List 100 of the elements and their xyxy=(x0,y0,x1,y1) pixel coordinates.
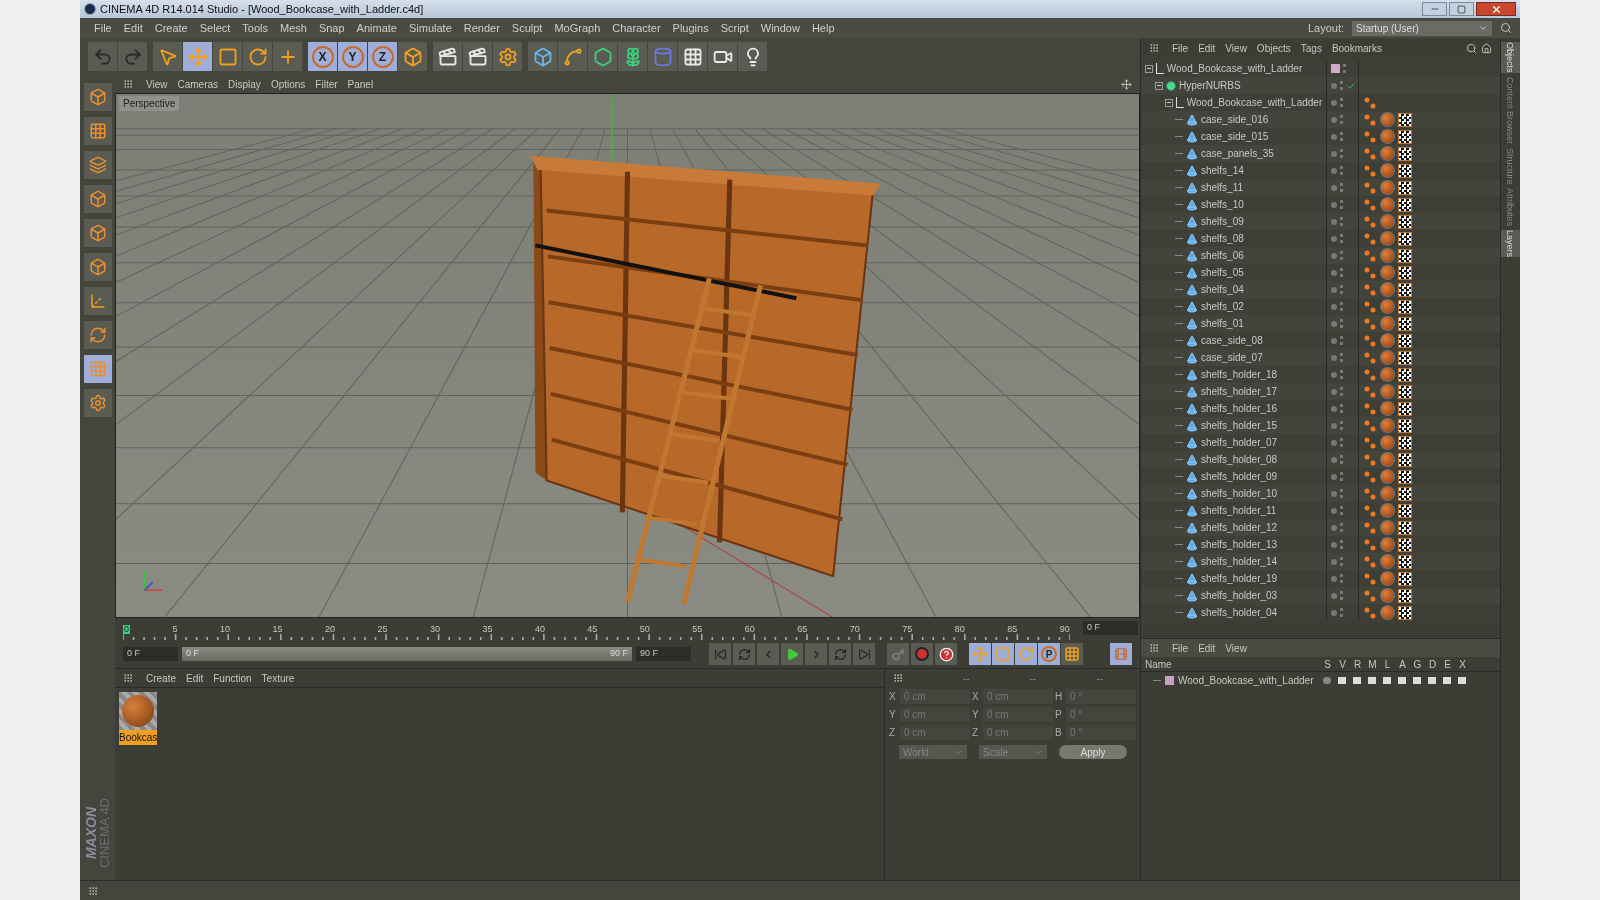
render-settings-button[interactable] xyxy=(493,42,522,71)
menu-item[interactable]: View xyxy=(141,76,173,92)
maximize-button[interactable] xyxy=(1449,2,1474,16)
undo-button[interactable] xyxy=(88,42,117,71)
mode-button[interactable] xyxy=(83,355,112,383)
menu-item[interactable]: Edit xyxy=(181,670,209,686)
menu-item[interactable]: Plugins xyxy=(666,19,715,37)
menu-item[interactable]: Objects xyxy=(1251,40,1296,56)
menu-item[interactable]: Edit xyxy=(1193,640,1221,656)
object-row[interactable]: shelfs_11 xyxy=(1141,179,1500,196)
previous-frame-button[interactable] xyxy=(757,643,779,665)
menu-item[interactable]: File xyxy=(1167,640,1194,656)
menu-item[interactable]: View xyxy=(1220,640,1252,656)
mode-button[interactable] xyxy=(83,185,112,213)
floor-button[interactable] xyxy=(678,42,707,71)
object-row[interactable]: shelfs_06 xyxy=(1141,247,1500,264)
material-swatch[interactable]: Bookcas xyxy=(119,692,157,745)
layout-dropdown[interactable]: Startup (User) xyxy=(1352,20,1492,36)
object-row[interactable]: shelfs_holder_15 xyxy=(1141,417,1500,434)
object-row[interactable]: shelfs_holder_08 xyxy=(1141,451,1500,468)
side-tab[interactable]: Objects xyxy=(1501,42,1520,73)
menu-item[interactable]: Cameras xyxy=(172,76,224,92)
current-frame-field[interactable]: 0 F xyxy=(1083,621,1138,635)
object-row[interactable]: case_panels_35 xyxy=(1141,145,1500,162)
render-view-button[interactable] xyxy=(433,42,462,71)
menu-item[interactable]: Edit xyxy=(1193,40,1221,56)
point-level-button[interactable] xyxy=(1061,643,1083,665)
collapse-icon[interactable] xyxy=(1155,81,1163,90)
array-button[interactable] xyxy=(618,42,647,71)
menu-item[interactable]: Render xyxy=(457,19,506,37)
menu-item[interactable]: File xyxy=(88,19,118,37)
spline-button[interactable] xyxy=(558,42,587,71)
object-row[interactable]: case_side_07 xyxy=(1141,349,1500,366)
rotate-tool-button[interactable] xyxy=(243,42,272,71)
cube-button[interactable] xyxy=(528,42,557,71)
play-button[interactable] xyxy=(781,643,803,665)
help-button[interactable] xyxy=(935,643,957,665)
parameter-key-button[interactable]: P xyxy=(1038,643,1060,665)
menu-item[interactable]: Edit xyxy=(117,19,149,37)
axis-lock-button[interactable]: Y xyxy=(338,42,367,71)
minimize-button[interactable] xyxy=(1422,2,1447,16)
object-row[interactable]: HyperNURBS xyxy=(1141,77,1500,94)
select-tool-button[interactable] xyxy=(153,42,182,71)
nurbs-button[interactable] xyxy=(588,42,617,71)
end-frame-field[interactable]: 90 F xyxy=(636,647,691,661)
side-tab[interactable]: Content Browser xyxy=(1501,76,1520,144)
menu-item[interactable]: Texture xyxy=(256,670,300,686)
object-row[interactable]: shelfs_holder_10 xyxy=(1141,485,1500,502)
menu-item[interactable]: Tools xyxy=(236,19,274,37)
menu-item[interactable]: Script xyxy=(714,19,755,37)
mode-button[interactable] xyxy=(83,287,112,315)
object-row[interactable]: shelfs_01 xyxy=(1141,315,1500,332)
autokey-button[interactable] xyxy=(887,643,909,665)
side-tab[interactable]: Attributes xyxy=(1501,188,1520,227)
render-button[interactable] xyxy=(463,42,492,71)
object-row[interactable]: shelfs_holder_14 xyxy=(1141,553,1500,570)
mode-button[interactable] xyxy=(83,321,112,349)
axis-lock-button[interactable]: Z xyxy=(368,42,397,71)
mode-button[interactable] xyxy=(83,151,112,179)
timeline-button[interactable] xyxy=(1110,643,1132,665)
add-tool-button[interactable] xyxy=(273,42,302,71)
coordinate-system-button[interactable] xyxy=(398,42,427,71)
menu-item[interactable]: File xyxy=(1167,40,1194,56)
mode-button[interactable] xyxy=(83,219,112,247)
object-row[interactable]: shelfs_holder_03 xyxy=(1141,587,1500,604)
menu-item[interactable]: Bookmarks xyxy=(1326,40,1387,56)
collapse-icon[interactable] xyxy=(1145,64,1153,73)
object-row[interactable]: shelfs_04 xyxy=(1141,281,1500,298)
object-row[interactable]: shelfs_holder_17 xyxy=(1141,383,1500,400)
scale-tool-button[interactable] xyxy=(213,42,242,71)
menu-item[interactable]: Snap xyxy=(312,19,351,37)
menu-item[interactable]: Tags xyxy=(1295,40,1327,56)
start-frame-field[interactable]: 0 F xyxy=(123,647,178,661)
menu-item[interactable]: Window xyxy=(754,19,806,37)
menu-item[interactable]: Create xyxy=(148,19,194,37)
menu-item[interactable]: MoGraph xyxy=(548,19,607,37)
close-button[interactable] xyxy=(1476,2,1516,16)
menu-item[interactable]: Display xyxy=(223,76,266,92)
apply-button[interactable]: Apply xyxy=(1059,745,1127,759)
collapse-icon[interactable] xyxy=(1165,98,1173,107)
menu-item[interactable]: Options xyxy=(265,76,311,92)
menu-item[interactable]: Panel xyxy=(342,76,379,92)
menu-item[interactable]: Create xyxy=(141,670,181,686)
mode-button[interactable] xyxy=(83,83,112,111)
next-frame-button[interactable] xyxy=(805,643,827,665)
layer-row[interactable]: Wood_Bookcase_with_Ladder xyxy=(1141,672,1500,688)
menu-item[interactable]: View xyxy=(1220,40,1252,56)
frame-range-slider[interactable]: 0 F 90 F xyxy=(182,647,632,661)
mode-button[interactable] xyxy=(83,253,112,281)
go-to-start-button[interactable] xyxy=(709,643,731,665)
menu-item[interactable]: Function xyxy=(208,670,257,686)
axis-lock-button[interactable]: X xyxy=(308,42,337,71)
menu-item[interactable]: Simulate xyxy=(402,19,458,37)
object-row[interactable]: shelfs_holder_12 xyxy=(1141,519,1500,536)
menu-item[interactable]: Animate xyxy=(350,19,403,37)
menu-item[interactable]: Mesh xyxy=(274,19,313,37)
object-row[interactable]: case_side_016 xyxy=(1141,111,1500,128)
record-button[interactable] xyxy=(911,643,933,665)
menu-item[interactable]: Filter xyxy=(310,76,343,92)
redo-button[interactable] xyxy=(118,42,147,71)
